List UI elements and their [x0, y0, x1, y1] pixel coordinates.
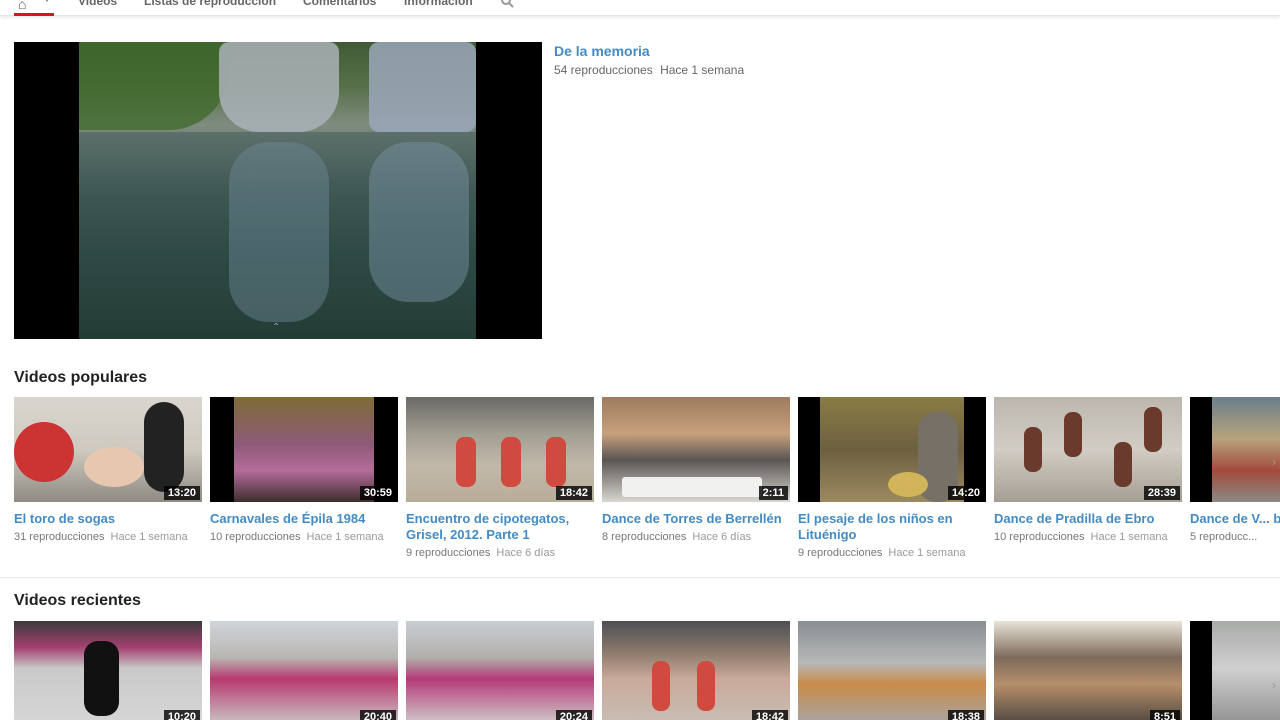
chevron-down-icon: ▼: [43, 0, 51, 4]
shelf-divider: [0, 577, 1280, 578]
video-card[interactable]: 13:20 El toro de sogas 31 reproducciones…: [14, 397, 202, 543]
video-thumbnail[interactable]: [1190, 621, 1280, 720]
duration-badge: 18:42: [751, 710, 788, 720]
recent-shelf: 10:20 20:40 20:24 18:42 18:38 8:51: [14, 621, 1280, 720]
video-thumbnail[interactable]: 10:20: [14, 621, 202, 720]
video-thumbnail[interactable]: 18:42: [406, 397, 594, 502]
featured-info: De la memoria 54 reproducciones Hace 1 s…: [554, 43, 744, 77]
video-thumbnail[interactable]: 13:20: [14, 397, 202, 502]
video-meta: 9 reproducciones Hace 6 días: [406, 547, 556, 559]
video-card[interactable]: 10:20: [14, 621, 202, 720]
featured-ago: Hace 1 semana: [660, 63, 745, 77]
video-card[interactable]: 30:59 Carnavales de Épila 1984 10 reprod…: [210, 397, 398, 543]
video-thumbnail[interactable]: [1190, 397, 1280, 502]
duration-badge: 18:42: [555, 486, 592, 500]
search-icon[interactable]: [500, 0, 514, 8]
popular-shelf: 13:20 El toro de sogas 31 reproducciones…: [14, 397, 1280, 597]
featured-meta: 54 reproducciones Hace 1 semana: [554, 63, 744, 77]
featured-video-player[interactable]: ⌃: [14, 42, 542, 339]
video-card[interactable]: 14:20 El pesaje de los niños en Lituénig…: [798, 397, 986, 559]
video-thumbnail[interactable]: 14:20: [798, 397, 986, 502]
video-frame: [79, 42, 476, 339]
video-thumbnail[interactable]: 20:24: [406, 621, 594, 720]
video-card[interactable]: 2:11 Dance de Torres de Berrellén 8 repr…: [602, 397, 790, 543]
duration-badge: 28:39: [1143, 486, 1180, 500]
video-card[interactable]: 20:24: [406, 621, 594, 720]
video-thumbnail[interactable]: 30:59: [210, 397, 398, 502]
duration-badge: 20:40: [359, 710, 396, 720]
video-thumbnail[interactable]: 18:38: [798, 621, 986, 720]
video-title-link[interactable]: Dance de Pradilla de Ebro: [994, 511, 1180, 527]
duration-badge: 20:24: [555, 710, 592, 720]
video-thumbnail[interactable]: 2:11: [602, 397, 790, 502]
video-title-link[interactable]: Dance de Torres de Berrellén: [602, 511, 788, 527]
video-title-link[interactable]: El toro de sogas: [14, 511, 200, 527]
featured-title-link[interactable]: De la memoria: [554, 43, 744, 59]
video-card[interactable]: 8:51: [994, 621, 1182, 720]
video-thumbnail[interactable]: 8:51: [994, 621, 1182, 720]
duration-badge: 13:20: [163, 486, 200, 500]
tab-comments[interactable]: Comentarios: [303, 0, 376, 8]
home-tab[interactable]: ⌂ ▼: [14, 0, 54, 16]
home-icon: ⌂: [18, 0, 27, 12]
video-thumbnail[interactable]: 28:39: [994, 397, 1182, 502]
video-card[interactable]: 20:40: [210, 621, 398, 720]
recent-heading[interactable]: Videos recientes: [14, 592, 141, 610]
duration-badge: 10:20: [163, 710, 200, 720]
video-card[interactable]: Dance de V... baile de la l... 5 reprodu…: [1190, 397, 1280, 543]
video-meta: 10 reproducciones Hace 1 semana: [994, 531, 1168, 543]
video-title-link[interactable]: El pesaje de los niños en Lituénigo: [798, 511, 984, 543]
video-card[interactable]: [1190, 621, 1280, 720]
popular-heading[interactable]: Videos populares: [14, 369, 147, 387]
duration-badge: 30:59: [359, 486, 396, 500]
video-meta: 8 reproducciones Hace 6 días: [602, 531, 752, 543]
video-meta: 10 reproducciones Hace 1 semana: [210, 531, 384, 543]
video-title-link[interactable]: Carnavales de Épila 1984: [210, 511, 396, 527]
video-title-link[interactable]: Dance de V... baile de la l...: [1190, 511, 1280, 527]
video-card[interactable]: 18:38: [798, 621, 986, 720]
video-card[interactable]: 18:42: [602, 621, 790, 720]
video-meta: 5 reproducc...: [1190, 531, 1258, 543]
tab-about[interactable]: Información: [404, 0, 473, 8]
duration-badge: 8:51: [1149, 710, 1180, 720]
chevron-right-icon[interactable]: ›: [1272, 678, 1276, 692]
channel-nav-bar: ⌂ ▼ Videos Listas de reproducción Coment…: [0, 0, 1280, 16]
video-card[interactable]: 18:42 Encuentro de cipotegatos, Grisel, …: [406, 397, 594, 559]
featured-views: 54 reproducciones: [554, 63, 653, 77]
chevron-up-icon[interactable]: ⌃: [272, 322, 280, 333]
video-card[interactable]: 28:39 Dance de Pradilla de Ebro 10 repro…: [994, 397, 1182, 543]
duration-badge: 18:38: [947, 710, 984, 720]
video-meta: 9 reproducciones Hace 1 semana: [798, 547, 966, 559]
video-thumbnail[interactable]: 18:42: [602, 621, 790, 720]
video-meta: 31 reproducciones Hace 1 semana: [14, 531, 188, 543]
tab-playlists[interactable]: Listas de reproducción: [144, 0, 276, 8]
tab-videos[interactable]: Videos: [78, 0, 117, 8]
video-thumbnail[interactable]: 20:40: [210, 621, 398, 720]
chevron-right-icon[interactable]: ›: [1272, 455, 1276, 469]
duration-badge: 14:20: [947, 486, 984, 500]
video-title-link[interactable]: Encuentro de cipotegatos, Grisel, 2012. …: [406, 511, 592, 543]
duration-badge: 2:11: [758, 486, 788, 500]
